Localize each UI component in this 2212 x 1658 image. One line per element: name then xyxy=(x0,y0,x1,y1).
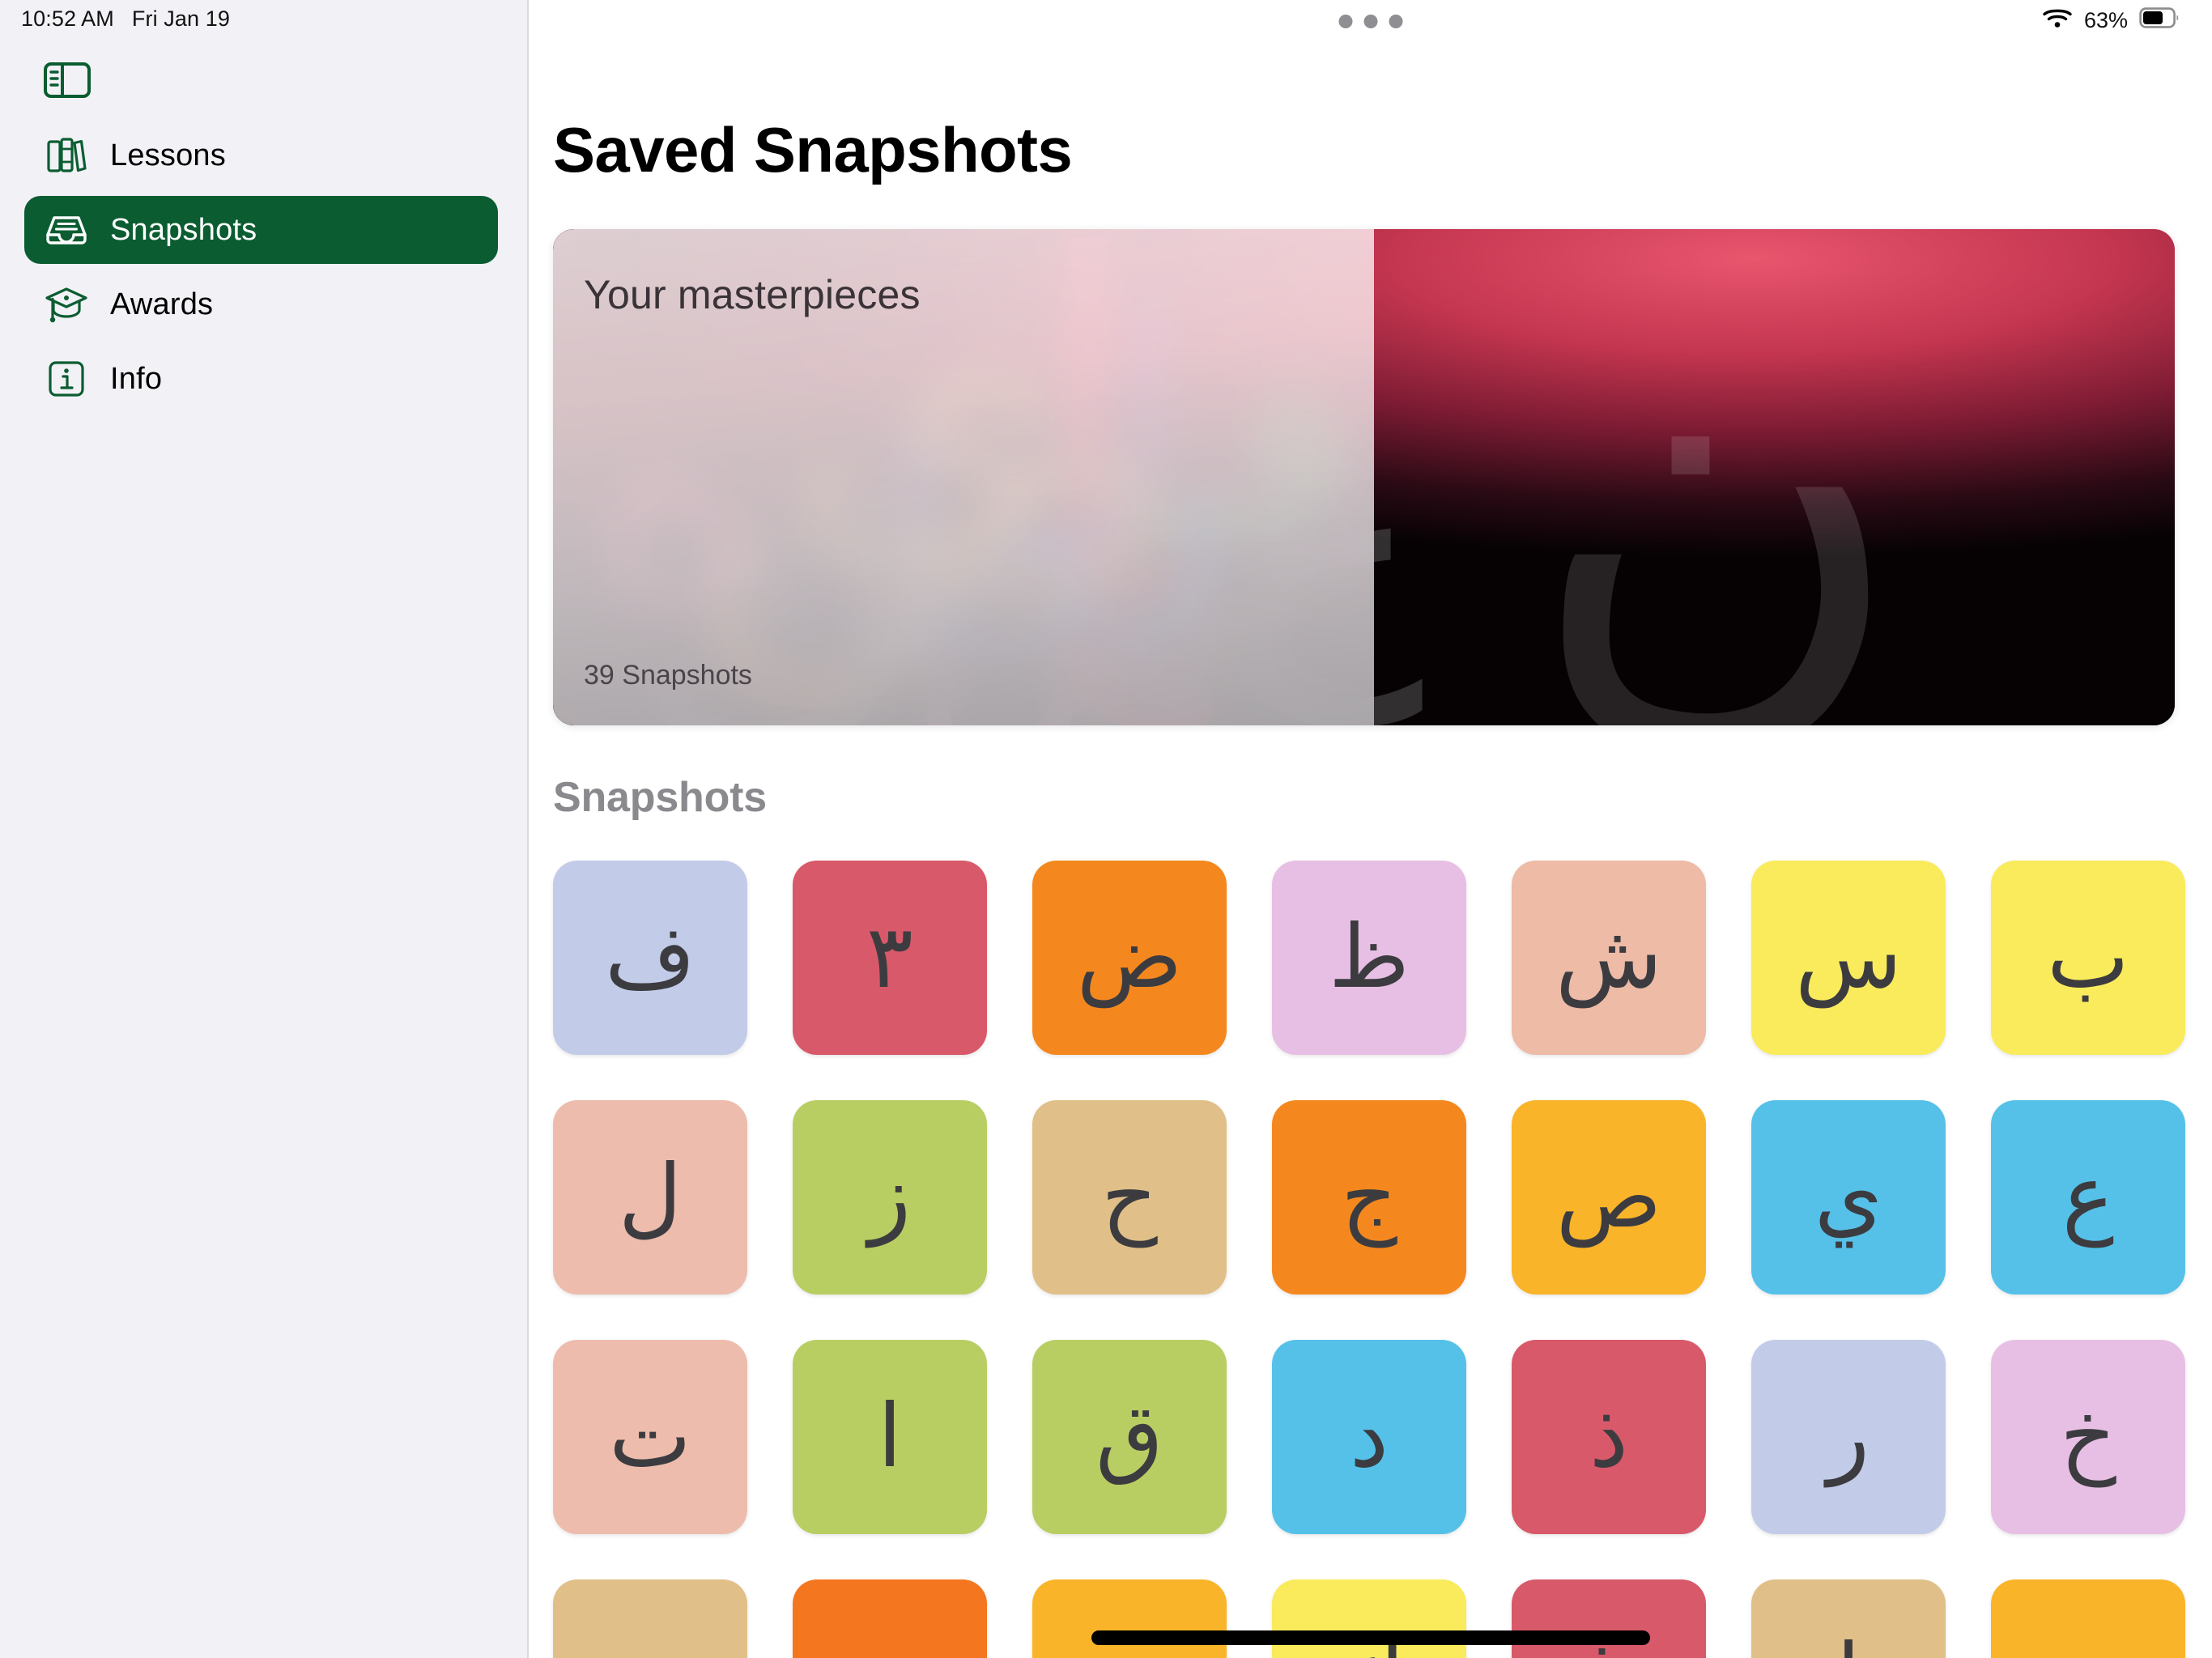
snapshot-tile[interactable]: ر xyxy=(1751,1340,1946,1534)
snapshot-tile-letter: ا xyxy=(1836,1633,1861,1658)
snapshot-tile[interactable]: ز xyxy=(793,1100,987,1295)
graduation-cap-icon xyxy=(44,282,89,327)
snapshot-tile-letter: ي xyxy=(1814,1146,1883,1248)
snapshot-tile-letter: ف xyxy=(605,907,696,1008)
snapshot-tile[interactable]: خ xyxy=(1991,1340,2185,1534)
sidebar-item-lessons[interactable]: Lessons xyxy=(24,121,498,189)
snapshot-tile[interactable]: ا xyxy=(1751,1579,1946,1658)
snapshot-tile[interactable]: ذ xyxy=(1512,1340,1706,1534)
snapshot-tile-letter: ص xyxy=(1555,1146,1662,1248)
hero-title: Your masterpieces xyxy=(584,272,921,317)
snapshot-tile-letter: ذ xyxy=(1589,1386,1629,1487)
snapshot-tile[interactable]: ض xyxy=(1032,861,1227,1055)
snapshot-tile-letter: ض xyxy=(1076,907,1183,1008)
snapshot-tile[interactable]: ق xyxy=(1032,1340,1227,1534)
dot xyxy=(1338,15,1352,28)
snapshot-tile[interactable]: ف xyxy=(553,861,747,1055)
sidebar-item-label: Snapshots xyxy=(110,212,257,247)
status-time: 10:52 AM xyxy=(21,6,114,31)
snapshot-tile[interactable] xyxy=(553,1579,747,1658)
sidebar-nav: Lessons Snapshots Awards Info xyxy=(0,121,527,419)
wifi-icon xyxy=(2042,6,2073,35)
snapshot-tile[interactable]: ا xyxy=(793,1340,987,1534)
sidebar-toggle-glyph xyxy=(44,62,91,98)
battery-icon xyxy=(2139,7,2180,34)
snapshot-tile[interactable]: ك xyxy=(1272,1579,1466,1658)
sidebar-toggle-icon[interactable] xyxy=(37,50,97,110)
snapshot-tile-letter: ب xyxy=(2047,907,2129,1008)
snapshot-tile[interactable]: ح xyxy=(1032,1100,1227,1295)
snapshot-tile-letter: ٣ xyxy=(866,907,913,1008)
sidebar-item-awards[interactable]: Awards xyxy=(24,270,498,338)
snapshot-tile[interactable]: ظ xyxy=(1272,861,1466,1055)
snapshot-tile[interactable]: د xyxy=(1272,1340,1466,1534)
app-root: 10:52 AM Fri Jan 19 Lessons Snapshots Aw… xyxy=(0,0,2212,1658)
snapshot-tile[interactable]: ي xyxy=(1751,1100,1946,1295)
snapshot-tile-letter: ز xyxy=(868,1146,912,1248)
snapshot-tile[interactable] xyxy=(1032,1579,1227,1658)
snapshot-tile[interactable]: ت xyxy=(553,1340,747,1534)
snapshots-grid: ف ٣ ض ظ ش س ب ل ز ح ج ص ي ع ت ا ق د ذ ر خ كغ ا xyxy=(553,861,2212,1658)
snapshot-tile[interactable]: ب xyxy=(1991,861,2185,1055)
snapshot-tile-letter: ا xyxy=(877,1386,902,1487)
main-content: 63% Saved Snapshots ن ع ض ف ن xyxy=(529,0,2212,1658)
snapshot-tile-letter: ت xyxy=(609,1386,691,1487)
status-bar-right: 63% xyxy=(2042,6,2180,35)
dot xyxy=(1389,15,1402,28)
multitask-menu-button[interactable] xyxy=(1338,15,1402,28)
sidebar-item-info[interactable]: Info xyxy=(24,345,498,413)
snapshot-tile-letter: ع xyxy=(2061,1146,2115,1248)
sidebar-item-label: Awards xyxy=(110,287,214,321)
snapshot-tile[interactable] xyxy=(793,1579,987,1658)
hero-count-label: 39 Snapshots xyxy=(584,660,752,691)
sidebar-item-label: Lessons xyxy=(110,138,226,172)
status-date: Fri Jan 19 xyxy=(131,6,230,31)
snapshot-tile-letter: د xyxy=(1349,1386,1389,1487)
snapshot-tile-letter: ظ xyxy=(1329,907,1410,1008)
snapshot-tile[interactable]: ص xyxy=(1512,1100,1706,1295)
hero-card-your-masterpieces[interactable]: ن ع ض ف ن أ ل ج ص ه ي ط ك س Your maste xyxy=(553,229,2175,725)
snapshot-tile-letter: ق xyxy=(1095,1386,1163,1487)
page-title: Saved Snapshots xyxy=(553,114,1073,185)
snapshot-tile-letter: ل xyxy=(618,1146,683,1248)
snapshot-tile-letter: س xyxy=(1795,907,1902,1008)
home-indicator[interactable] xyxy=(1091,1630,1650,1645)
snapshot-tile[interactable]: ل xyxy=(553,1100,747,1295)
snapshot-tile-letter: ج xyxy=(1341,1146,1397,1248)
sidebar-item-snapshots[interactable]: Snapshots xyxy=(24,196,498,264)
snapshot-tile[interactable]: ج xyxy=(1272,1100,1466,1295)
snapshot-tile-letter: ر xyxy=(1827,1386,1870,1487)
battery-percent: 63% xyxy=(2083,8,2128,32)
books-icon xyxy=(44,133,89,178)
info-square-icon xyxy=(44,356,89,402)
snapshot-tile[interactable]: س xyxy=(1751,861,1946,1055)
snapshot-tile-letter: ح xyxy=(1101,1146,1158,1248)
snapshot-tile[interactable]: ش xyxy=(1512,861,1706,1055)
tray-icon xyxy=(44,207,89,253)
dot xyxy=(1363,15,1377,28)
snapshot-tile[interactable] xyxy=(1991,1579,2185,1658)
snapshot-tile[interactable]: ٣ xyxy=(793,861,987,1055)
snapshot-tile-letter: خ xyxy=(2060,1386,2116,1487)
section-title-snapshots: Snapshots xyxy=(553,774,768,821)
snapshot-tile[interactable]: غ xyxy=(1512,1579,1706,1658)
sidebar-item-label: Info xyxy=(110,361,163,396)
status-bar-left: 10:52 AM Fri Jan 19 xyxy=(21,6,230,32)
sidebar: 10:52 AM Fri Jan 19 Lessons Snapshots Aw… xyxy=(0,0,529,1658)
snapshot-tile[interactable]: ع xyxy=(1991,1100,2185,1295)
snapshot-tile-letter: ش xyxy=(1555,907,1662,1008)
